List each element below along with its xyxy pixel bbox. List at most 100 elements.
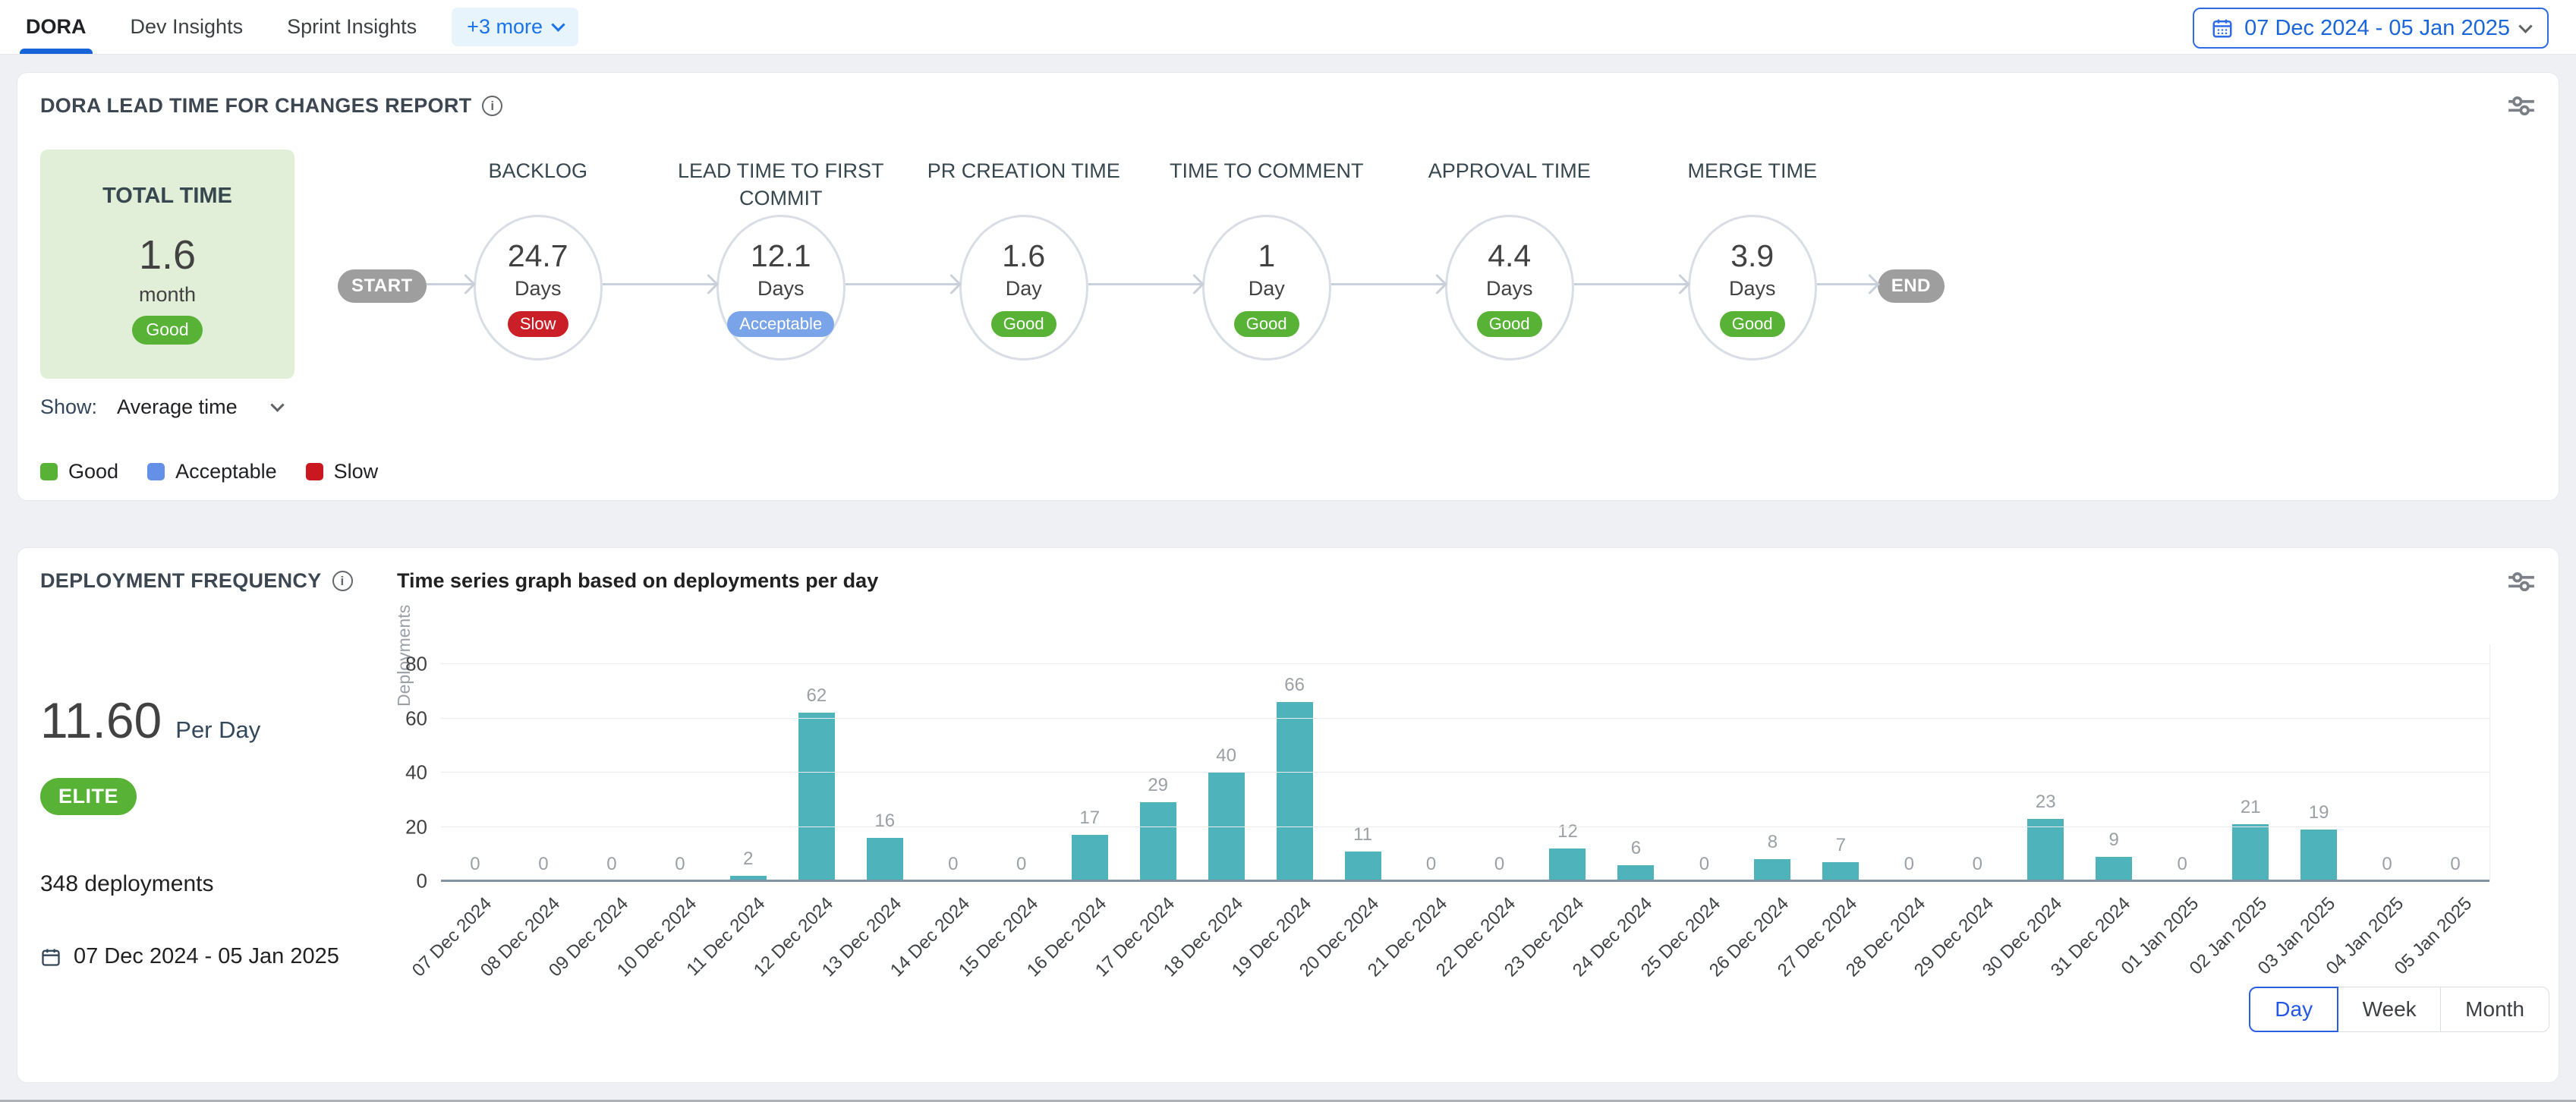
- bar-value-label: 0: [1426, 854, 1436, 875]
- lead-time-panel: DORA LEAD TIME FOR CHANGES REPORT TOTAL …: [17, 72, 2559, 501]
- bar-cell: 4018 Dec 2024: [1192, 644, 1261, 881]
- gridline: [441, 718, 2489, 719]
- bar-value-label: 9: [2109, 830, 2119, 851]
- chart-subtitle: Time series graph based on deployments p…: [397, 569, 878, 593]
- deployment-rate-unit: Per Day: [175, 716, 260, 744]
- date-range-text: 07 Dec 2024 - 05 Jan 2025: [2244, 16, 2510, 41]
- bar-value-label: 0: [2178, 854, 2187, 875]
- legend-label: Acceptable: [175, 460, 277, 483]
- deployments-bar: [1208, 773, 1245, 881]
- deployments-bar: [1617, 865, 1654, 881]
- bar-value-label: 0: [1016, 854, 1026, 875]
- y-tick-label: 0: [417, 870, 427, 893]
- stage-pr-creation-time: PR CREATION TIME1.6DayGood: [959, 157, 1088, 361]
- show-label: Show:: [40, 395, 97, 419]
- stage-name: PR CREATION TIME: [914, 157, 1134, 215]
- bar-cell: 007 Dec 2024: [441, 644, 509, 881]
- stage-value: 24.7: [508, 238, 568, 274]
- flow-arrow: [1574, 283, 1688, 285]
- flow-arrow: [603, 283, 716, 285]
- deployments-bar: [1277, 702, 1313, 881]
- stage-unit: Day: [1006, 277, 1042, 301]
- bar-value-label: 0: [2450, 854, 2460, 875]
- bar-value-label: 0: [606, 854, 616, 875]
- bar-cell: 001 Jan 2025: [2148, 644, 2216, 881]
- bar-cell: 028 Dec 2024: [1875, 644, 1943, 881]
- bar-cell: 1120 Dec 2024: [1329, 644, 1397, 881]
- bar-value-label: 12: [1557, 821, 1578, 842]
- flow-arrow: [1817, 283, 1878, 285]
- flow-arrow: [1088, 283, 1202, 285]
- stage-circle: 24.7DaysSlow: [474, 215, 603, 361]
- stage-name: LEAD TIME TO FIRST COMMIT: [671, 157, 891, 215]
- y-tick-label: 40: [405, 761, 427, 785]
- tab-dora[interactable]: DORA: [26, 0, 87, 54]
- bar-cell: 6619 Dec 2024: [1261, 644, 1329, 881]
- stage-unit: Days: [1486, 277, 1533, 301]
- legend-swatch-good: [40, 463, 58, 480]
- total-time-status-badge: Good: [132, 316, 202, 344]
- bar-cell: 2330 Dec 2024: [2011, 644, 2080, 881]
- tab-sprint-insights[interactable]: Sprint Insights: [287, 0, 417, 54]
- y-tick-label: 60: [405, 707, 427, 730]
- chart-plot-area: 007 Dec 2024008 Dec 2024009 Dec 2024010 …: [441, 644, 2490, 881]
- stage-circle: 1.6DayGood: [959, 215, 1088, 361]
- bar-value-label: 0: [1904, 854, 1914, 875]
- deployments-bar: [1822, 862, 1859, 881]
- deployment-panel-title: DEPLOYMENT FREQUENCY: [40, 569, 397, 593]
- bar-cell: 1613 Dec 2024: [851, 644, 919, 881]
- panel-settings-button[interactable]: [2507, 94, 2536, 117]
- bar-value-label: 0: [1973, 854, 1982, 875]
- deployments-count: 348 deployments: [40, 871, 397, 897]
- bar-cell: 211 Dec 2024: [714, 644, 783, 881]
- flow-end-pill: END: [1878, 269, 1945, 303]
- bar-value-label: 11: [1353, 824, 1372, 845]
- gridline: [441, 826, 2489, 827]
- stage-name: APPROVAL TIME: [1400, 157, 1620, 215]
- stage-name: MERGE TIME: [1642, 157, 1863, 215]
- bar-cell: 2102 Jan 2025: [2216, 644, 2285, 881]
- status-legend: GoodAcceptableSlow: [40, 460, 298, 483]
- deployments-bar: [1140, 802, 1176, 881]
- legend-label: Good: [68, 460, 118, 483]
- deployment-frequency-panel: DEPLOYMENT FREQUENCY Time series graph b…: [17, 547, 2559, 1083]
- deployment-rate-value: 11.60: [40, 691, 162, 749]
- lead-time-flow-diagram: STARTBACKLOG24.7DaysSlowLEAD TIME TO FIR…: [338, 150, 2536, 483]
- total-time-label: TOTAL TIME: [102, 184, 232, 209]
- deployments-bar: [2300, 830, 2337, 881]
- stage-unit: Days: [515, 277, 562, 301]
- bar-cell: 015 Dec 2024: [987, 644, 1056, 881]
- chevron-down-icon: [551, 17, 565, 31]
- bar-value-label: 6: [1631, 838, 1641, 859]
- legend-swatch-slow: [306, 463, 323, 480]
- day-button[interactable]: Day: [2249, 987, 2338, 1032]
- flow-arrow: [846, 283, 959, 285]
- stage-status-badge: Good: [1234, 311, 1299, 337]
- panel-settings-button[interactable]: [2507, 570, 2536, 593]
- bar-value-label: 0: [1699, 854, 1709, 875]
- show-dropdown-value: Average time: [117, 395, 238, 419]
- sliders-icon: [2507, 570, 2536, 593]
- stage-circle: 3.9DaysGood: [1688, 215, 1817, 361]
- stage-circle: 12.1DaysAcceptable: [716, 215, 846, 361]
- date-range-picker[interactable]: 07 Dec 2024 - 05 Jan 2025: [2193, 8, 2549, 49]
- stage-unit: Day: [1249, 277, 1285, 301]
- more-tabs-chip[interactable]: +3 more: [452, 8, 578, 46]
- bar-value-label: 0: [675, 854, 685, 875]
- tab-dev-insights[interactable]: Dev Insights: [131, 0, 244, 54]
- week-button[interactable]: Week: [2338, 987, 2442, 1032]
- show-dropdown[interactable]: Average time: [117, 395, 282, 419]
- info-icon[interactable]: [332, 571, 353, 591]
- deployments-bar: [1072, 835, 1108, 881]
- deployment-title-text: DEPLOYMENT FREQUENCY: [40, 569, 322, 593]
- info-icon[interactable]: [482, 96, 502, 116]
- month-button[interactable]: Month: [2440, 987, 2549, 1032]
- stage-circle: 4.4DaysGood: [1445, 215, 1574, 361]
- deployments-bar: [867, 838, 903, 881]
- lead-time-panel-title: DORA LEAD TIME FOR CHANGES REPORT: [40, 94, 502, 118]
- stats-date-range: 07 Dec 2024 - 05 Jan 2025: [40, 944, 397, 969]
- bar-cell: 2917 Dec 2024: [1124, 644, 1192, 881]
- more-tabs-label: +3 more: [467, 15, 543, 39]
- deployments-bar: [2232, 824, 2269, 881]
- bar-cell: 008 Dec 2024: [509, 644, 578, 881]
